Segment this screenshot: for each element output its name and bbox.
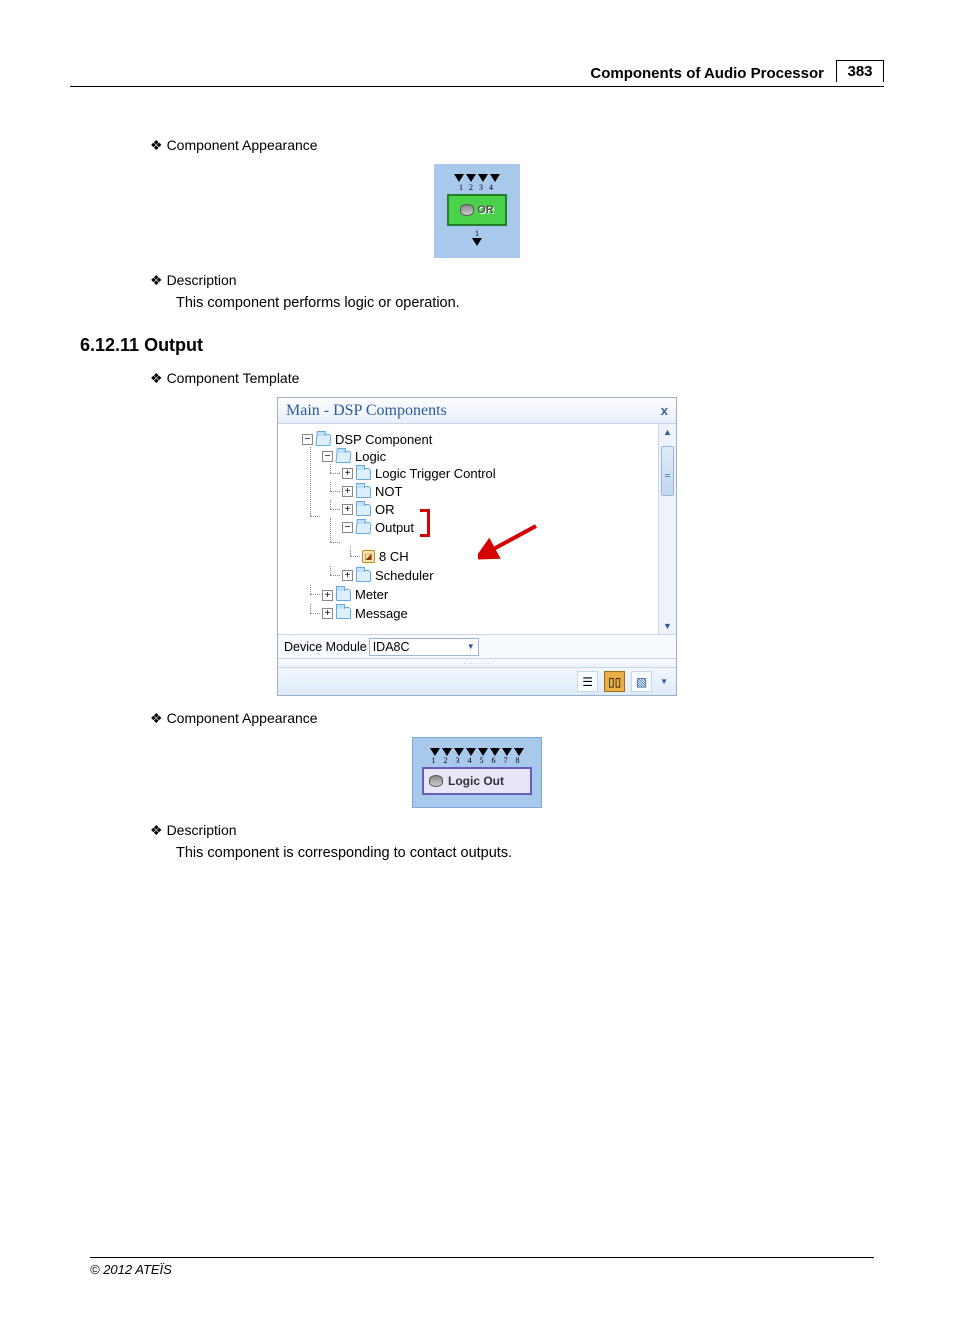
page-number: 383 xyxy=(836,60,884,82)
panel-title-text: Main - DSP Components xyxy=(286,402,447,420)
folder-icon xyxy=(336,607,351,619)
node-glyph-icon xyxy=(460,204,474,216)
folder-icon xyxy=(356,468,371,480)
or-chip-label: OR xyxy=(477,204,494,216)
panel-drag-handle[interactable]: . . . . . xyxy=(278,658,676,667)
folder-icon xyxy=(356,570,371,582)
expand-icon[interactable]: + xyxy=(342,468,353,479)
dsp-components-panel: Main - DSP Components x xyxy=(277,397,677,696)
folder-open-icon xyxy=(335,451,351,463)
folder-icon xyxy=(356,486,371,498)
view-icon-button[interactable]: ▧ xyxy=(631,671,652,692)
device-module-value: IDA8C xyxy=(373,640,410,654)
section-heading-output: 6.12.11 Output xyxy=(80,335,884,356)
expand-icon[interactable]: + xyxy=(342,504,353,515)
description-text-1: This component performs logic or operati… xyxy=(176,295,884,311)
tree-node-scheduler[interactable]: +Scheduler xyxy=(322,566,654,584)
tree-node-logic[interactable]: −Logic +Logic Trigger Control +NOT +OR −… xyxy=(302,447,654,585)
vertical-scrollbar[interactable]: ▲ ▼ xyxy=(658,424,676,634)
scrollbar-track[interactable] xyxy=(659,440,676,618)
collapse-icon[interactable]: − xyxy=(322,451,333,462)
scroll-down-icon[interactable]: ▼ xyxy=(659,618,676,634)
header-title: Components of Audio Processor xyxy=(590,65,832,82)
view-list-button[interactable]: ☰ xyxy=(577,671,598,692)
bullet-component-appearance-1: Component Appearance xyxy=(150,137,884,154)
red-bracket-annotation xyxy=(420,509,430,537)
input-pins-row xyxy=(454,174,500,182)
node-glyph-icon xyxy=(429,775,443,787)
folder-open-icon xyxy=(315,434,331,446)
expand-icon[interactable]: + xyxy=(342,486,353,497)
input-pin-numbers: 1 2 3 4 5 6 7 8 xyxy=(432,756,523,765)
expand-icon[interactable]: + xyxy=(322,590,333,601)
input-pins-row xyxy=(430,748,524,756)
figure-logic-out-component: 1 2 3 4 5 6 7 8 Logic Out xyxy=(412,737,542,808)
output-pin-row xyxy=(472,238,482,246)
panel-titlebar: Main - DSP Components x xyxy=(278,398,676,424)
tree-node-logic-trigger-control[interactable]: +Logic Trigger Control xyxy=(322,464,654,482)
tree-node-not[interactable]: +NOT xyxy=(322,482,654,500)
scroll-up-icon[interactable]: ▲ xyxy=(659,424,676,440)
grid-icon: ▯▯ xyxy=(608,675,621,689)
figure-or-component: 1 2 3 4 OR 1 xyxy=(434,164,520,258)
or-chip: OR xyxy=(447,194,507,226)
logic-out-chip: Logic Out xyxy=(422,767,532,795)
device-module-combobox[interactable]: IDA8C ▼ xyxy=(369,638,479,656)
collapse-icon[interactable]: − xyxy=(342,522,353,533)
close-icon[interactable]: x xyxy=(661,403,668,418)
device-module-row: Device Module IDA8C ▼ xyxy=(278,634,676,658)
component-tree[interactable]: −DSP Component −Logic +Logic Trigger Con… xyxy=(278,424,658,634)
bullet-description-1: Description xyxy=(150,272,884,289)
bullet-description-2: Description xyxy=(150,822,884,839)
copyright-text: © 2012 ATEÏS xyxy=(90,1262,172,1277)
component-leaf-icon: ◪ xyxy=(362,550,375,563)
output-pin-number: 1 xyxy=(475,229,479,238)
page-header: Components of Audio Processor 383 xyxy=(70,60,884,87)
expand-icon[interactable]: + xyxy=(342,570,353,581)
picture-icon: ▧ xyxy=(636,675,647,689)
bullet-component-appearance-2: Component Appearance xyxy=(150,710,884,727)
folder-open-icon xyxy=(355,522,371,534)
expand-icon[interactable]: + xyxy=(322,608,333,619)
page-footer: © 2012 ATEÏS xyxy=(90,1257,874,1277)
description-text-2: This component is corresponding to conta… xyxy=(176,845,884,861)
folder-icon xyxy=(336,589,351,601)
list-icon: ☰ xyxy=(582,675,593,689)
dropdown-arrow-icon: ▼ xyxy=(467,642,475,651)
view-large-button[interactable]: ▯▯ xyxy=(604,671,625,692)
tree-node-8ch[interactable]: ◪8 CH xyxy=(342,547,654,565)
tree-node-or[interactable]: +OR xyxy=(322,500,654,518)
collapse-icon[interactable]: − xyxy=(302,434,313,445)
logic-out-chip-label: Logic Out xyxy=(448,774,504,788)
tree-node-message[interactable]: +Message xyxy=(302,604,654,622)
bullet-component-template: Component Template xyxy=(150,370,884,387)
device-module-label: Device Module xyxy=(278,640,369,654)
tree-node-meter[interactable]: +Meter xyxy=(302,585,654,603)
dropdown-arrow-icon[interactable]: ▼ xyxy=(660,677,668,686)
tree-node-output[interactable]: −Output ◪8 CH xyxy=(322,518,654,566)
panel-status-bar: ☰ ▯▯ ▧ ▼ xyxy=(278,667,676,695)
scrollbar-thumb[interactable] xyxy=(661,446,674,496)
input-pin-numbers: 1 2 3 4 xyxy=(459,183,495,192)
folder-icon xyxy=(356,504,371,516)
tree-node-dsp-component[interactable]: −DSP Component −Logic +Logic Trigger Con… xyxy=(282,430,654,623)
